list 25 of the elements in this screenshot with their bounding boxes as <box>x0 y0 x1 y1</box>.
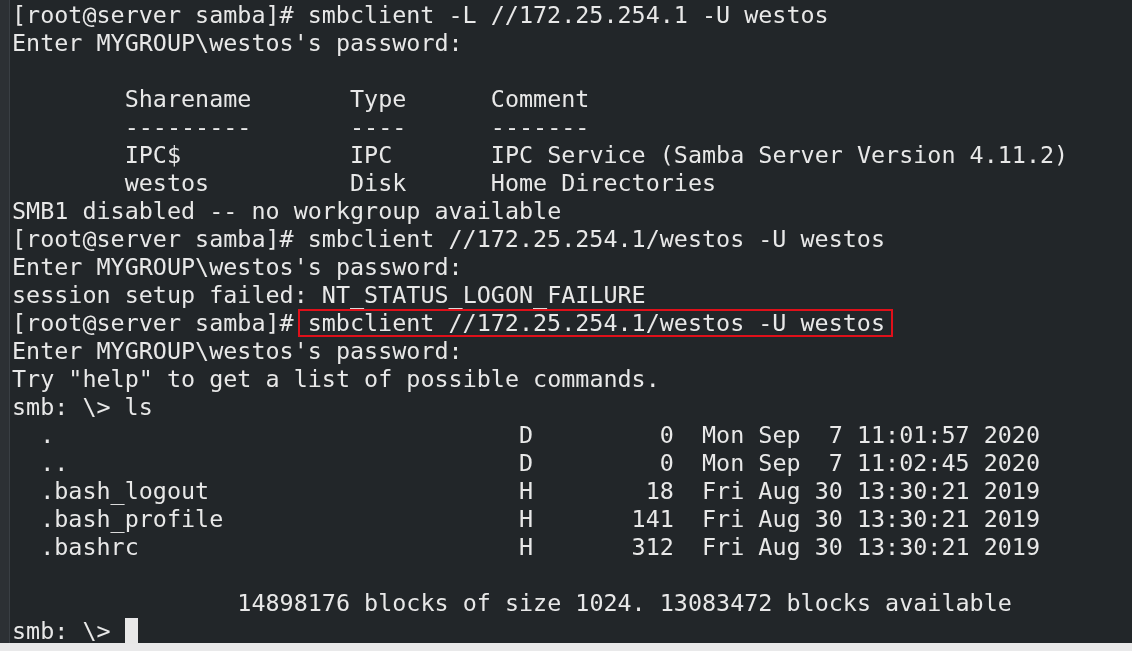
output-line: SMB1 disabled -- no workgroup available <box>12 197 562 225</box>
output-line: Enter MYGROUP\westos's password: <box>12 337 463 365</box>
output-line: IPC$ IPC IPC Service (Samba Server Version 4.11.2) <box>123 141 1069 169</box>
output-line: Enter MYGROUP\westos's password: <box>12 253 463 281</box>
shell-prompt: smb: \> <box>12 393 111 421</box>
shell-prompt: [root@server samba]# <box>12 1 294 29</box>
output-line: .. D 0 Mon Sep 7 11:02:45 2020 <box>39 449 1040 477</box>
output-line: Try "help" to get a list of possible commands. <box>12 365 660 393</box>
output-line: .bash_logout H 18 Fri Aug 30 13:30:21 2019 <box>39 477 1040 505</box>
output-line: westos Disk Home Directories <box>123 169 717 197</box>
shell-prompt: smb: \> <box>12 617 111 645</box>
command-text: smbclient //172.25.254.1/westos -U westos <box>307 225 886 253</box>
command-text: smbclient -L //172.25.254.1 -U westos <box>307 1 829 29</box>
output-line: Sharename Type Comment <box>123 85 590 113</box>
output-line: session setup failed: NT_STATUS_LOGON_FAILURE <box>12 281 646 309</box>
output-line: . D 0 Mon Sep 7 11:01:57 2020 <box>39 421 1040 449</box>
shell-prompt: [root@server samba]# <box>12 309 294 337</box>
output-line: 14898176 blocks of size 1024. 13083472 blocks available <box>236 589 1012 617</box>
output-line: .bashrc H 312 Fri Aug 30 13:30:21 2019 <box>39 533 1040 561</box>
shell-prompt: [root@server samba]# <box>12 225 294 253</box>
highlighted-command: smbclient //172.25.254.1/westos -U westos <box>297 309 894 337</box>
command-text: ls <box>124 393 153 421</box>
output-line: --------- ---- ------- <box>123 113 590 141</box>
output-line: .bash_profile H 141 Fri Aug 30 13:30:21 2019 <box>39 505 1040 533</box>
output-line: Enter MYGROUP\westos's password: <box>12 29 463 57</box>
